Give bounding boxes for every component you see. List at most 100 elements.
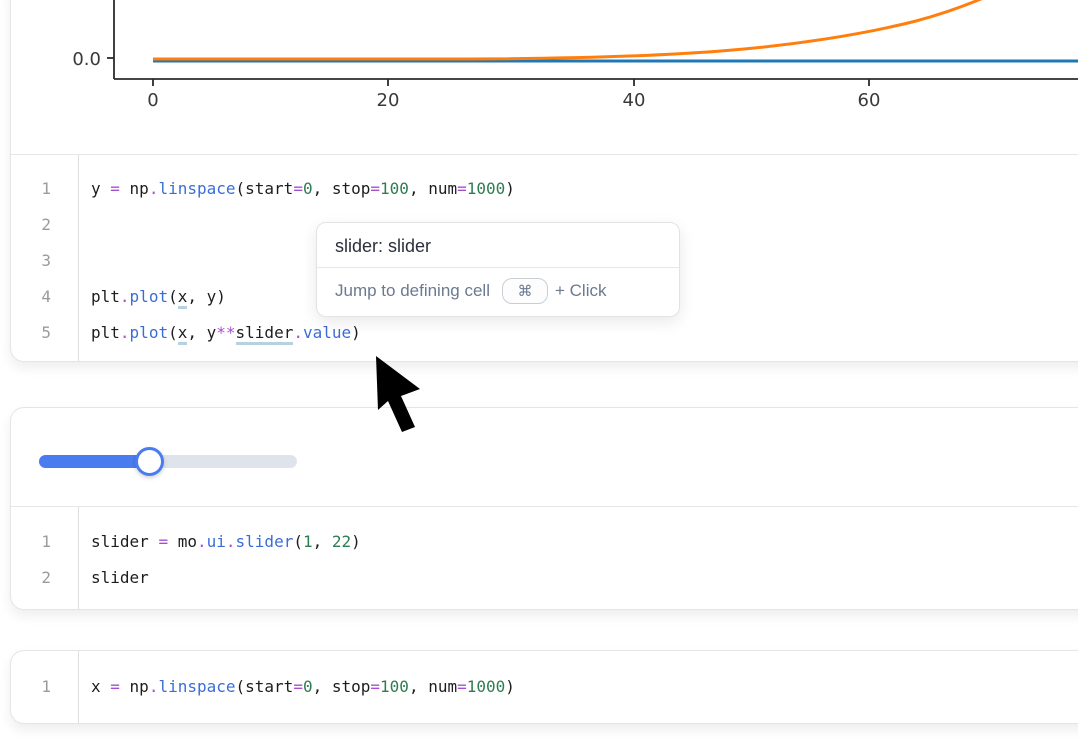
hover-tooltip: slider: slider Jump to defining cell ⌘ +… <box>316 222 680 317</box>
code-token: , stop <box>313 677 371 696</box>
code-token: , num <box>409 677 457 696</box>
code-token: linspace <box>158 179 235 198</box>
code-token: slider <box>91 532 158 551</box>
tooltip-action-label: Jump to defining cell <box>335 281 490 301</box>
tooltip-action-row: Jump to defining cell ⌘ + Click <box>317 268 679 316</box>
code-token: (start <box>236 677 294 696</box>
cmd-key-badge: ⌘ <box>502 278 548 304</box>
code-text[interactable]: slider = mo.ui.slider(1, 22) <box>78 524 361 560</box>
code-token: value <box>303 323 351 342</box>
series-line-orange <box>153 0 1053 59</box>
code-token: ) <box>351 323 361 342</box>
code-token: y <box>91 179 110 198</box>
code-token: plot <box>130 287 169 306</box>
code-token: slider <box>236 532 294 551</box>
notebook-canvas: 0.0 0 20 40 60 1y = np.linspace(start=0,… <box>0 0 1078 746</box>
code-token: ui <box>207 532 226 551</box>
code-token: = <box>158 532 168 551</box>
code-line[interactable]: 1slider = mo.ui.slider(1, 22) <box>11 524 1078 560</box>
code-token: 100 <box>380 677 409 696</box>
code-token: np <box>120 677 149 696</box>
tooltip-title: slider: slider <box>317 223 679 267</box>
plot-output: 0.0 0 20 40 60 <box>11 0 1078 154</box>
line-number: 3 <box>11 243 78 279</box>
code-token: = <box>293 179 303 198</box>
gutter-rule <box>78 651 79 723</box>
code-token: . <box>120 287 130 306</box>
x-tick-label: 40 <box>623 90 646 111</box>
code-token: x <box>91 677 110 696</box>
code-editor[interactable]: 1slider = mo.ui.slider(1, 22)2 slider <box>11 507 1078 609</box>
slider-cell: 1slider = mo.ui.slider(1, 22)2 slider <box>10 407 1078 610</box>
code-token: np <box>120 179 149 198</box>
line-number: 2 <box>11 560 78 596</box>
code-token: . <box>149 677 159 696</box>
code-text[interactable]: y = np.linspace(start=0, stop=100, num=1… <box>78 171 515 207</box>
code-line[interactable]: 1x = np.linspace(start=0, stop=100, num=… <box>11 669 1078 705</box>
code-text[interactable]: plt.plot(x, y) <box>78 279 226 315</box>
mouse-cursor-icon <box>370 352 430 442</box>
line-number: 2 <box>11 207 78 243</box>
x-definition-cell: 1x = np.linspace(start=0, stop=100, num=… <box>10 650 1078 724</box>
code-token: ) <box>505 179 515 198</box>
code-text[interactable] <box>78 243 91 279</box>
code-token: 0 <box>303 179 313 198</box>
gutter-rule <box>78 155 79 361</box>
code-token: = <box>370 677 380 696</box>
code-token: plt <box>91 323 120 342</box>
code-token: slider <box>91 568 149 587</box>
code-token: 1000 <box>467 179 506 198</box>
x-tick-label: 60 <box>858 90 881 111</box>
code-token: . <box>149 179 159 198</box>
code-token: 1 <box>303 532 313 551</box>
code-token: plt <box>91 287 120 306</box>
code-text[interactable]: slider <box>78 560 149 596</box>
code-token: 22 <box>332 532 351 551</box>
code-token: = <box>457 677 467 696</box>
code-line[interactable]: 5plt.plot(x, y**slider.value) <box>11 315 1078 351</box>
code-token: 100 <box>380 179 409 198</box>
tooltip-action-suffix: + Click <box>555 281 606 301</box>
code-token: (start <box>236 179 294 198</box>
code-token: mo <box>168 532 197 551</box>
code-token: , y) <box>187 287 226 306</box>
code-line[interactable]: 1y = np.linspace(start=0, stop=100, num=… <box>11 171 1078 207</box>
y-tick-label: 0.0 <box>72 49 101 70</box>
code-token: . <box>120 323 130 342</box>
code-token: ( <box>168 323 178 342</box>
code-token: , y <box>187 323 216 342</box>
code-text[interactable] <box>78 207 91 243</box>
code-token: plot <box>130 323 169 342</box>
code-token: , stop <box>313 179 371 198</box>
line-number: 1 <box>11 669 78 705</box>
code-token: ** <box>216 323 235 342</box>
gutter-rule <box>78 507 79 609</box>
code-token: . <box>226 532 236 551</box>
code-line[interactable]: 2 slider <box>11 560 1078 596</box>
line-number: 4 <box>11 279 78 315</box>
variable-occurrence: slider <box>236 323 294 345</box>
line-number: 1 <box>11 171 78 207</box>
line-number: 1 <box>11 524 78 560</box>
slider-fill <box>39 455 149 468</box>
code-token: = <box>370 179 380 198</box>
code-editor[interactable]: 1x = np.linspace(start=0, stop=100, num=… <box>11 651 1078 723</box>
code-token: linspace <box>158 677 235 696</box>
code-token: ( <box>168 287 178 306</box>
variable-occurrence: x <box>178 287 188 309</box>
variable-occurrence: x <box>178 323 188 345</box>
code-token: . <box>197 532 207 551</box>
code-text[interactable]: x = np.linspace(start=0, stop=100, num=1… <box>78 669 515 705</box>
slider-output <box>11 408 1078 506</box>
slider-thumb[interactable] <box>135 447 164 476</box>
code-text[interactable]: plt.plot(x, y**slider.value) <box>78 315 361 351</box>
slider-track[interactable] <box>39 455 297 468</box>
matplotlib-plot: 0.0 0 20 40 60 <box>11 0 1078 154</box>
line-number: 5 <box>11 315 78 351</box>
code-token: = <box>457 179 467 198</box>
code-token: ) <box>505 677 515 696</box>
code-token: 0 <box>303 677 313 696</box>
code-token: ( <box>293 532 303 551</box>
code-token: = <box>110 677 120 696</box>
x-tick-label: 0 <box>147 90 158 111</box>
